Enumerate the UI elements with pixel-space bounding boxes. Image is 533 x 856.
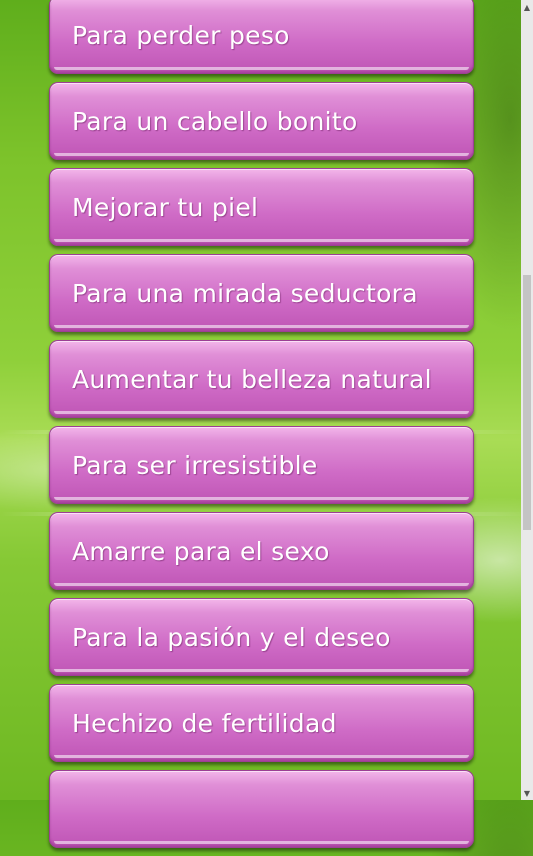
menu-item-label: Amarre para el sexo <box>72 536 330 566</box>
menu-item-fertilidad[interactable]: Hechizo de fertilidad <box>49 684 474 762</box>
menu-item-belleza-natural[interactable]: Aumentar tu belleza natural <box>49 340 474 418</box>
menu-item-label: Para perder peso <box>72 20 290 50</box>
menu-item-label: Para ser irresistible <box>72 450 318 480</box>
menu-item-perder-peso[interactable]: Para perder peso <box>49 0 474 74</box>
menu-item-label: Mejorar tu piel <box>72 192 259 222</box>
menu-item-cabello-bonito[interactable]: Para un cabello bonito <box>49 82 474 160</box>
scrollbar-thumb[interactable] <box>523 275 531 530</box>
menu-item-mejorar-piel[interactable]: Mejorar tu piel <box>49 168 474 246</box>
menu-item-mirada-seductora[interactable]: Para una mirada seductora <box>49 254 474 332</box>
menu-item-pasion-deseo[interactable]: Para la pasión y el deseo <box>49 598 474 676</box>
menu-item-label: Para la pasión y el deseo <box>72 622 391 652</box>
menu-item-partial[interactable] <box>49 770 474 848</box>
vertical-scrollbar[interactable]: ▲ ▼ <box>521 0 533 800</box>
triangle-down-icon[interactable]: ▼ <box>521 786 533 800</box>
menu-item-label: Aumentar tu belleza natural <box>72 364 432 394</box>
menu-item-label: Para una mirada seductora <box>72 278 418 308</box>
app-screen: { "menu": { "items": [ {"label": "Para p… <box>0 0 533 848</box>
menu-item-label: Hechizo de fertilidad <box>72 708 337 738</box>
menu-list: Para perder peso Para un cabello bonito … <box>49 0 474 856</box>
menu-item-label: Para un cabello bonito <box>72 106 358 136</box>
triangle-up-icon[interactable]: ▲ <box>521 0 533 14</box>
menu-item-amarre-sexo[interactable]: Amarre para el sexo <box>49 512 474 590</box>
menu-item-irresistible[interactable]: Para ser irresistible <box>49 426 474 504</box>
